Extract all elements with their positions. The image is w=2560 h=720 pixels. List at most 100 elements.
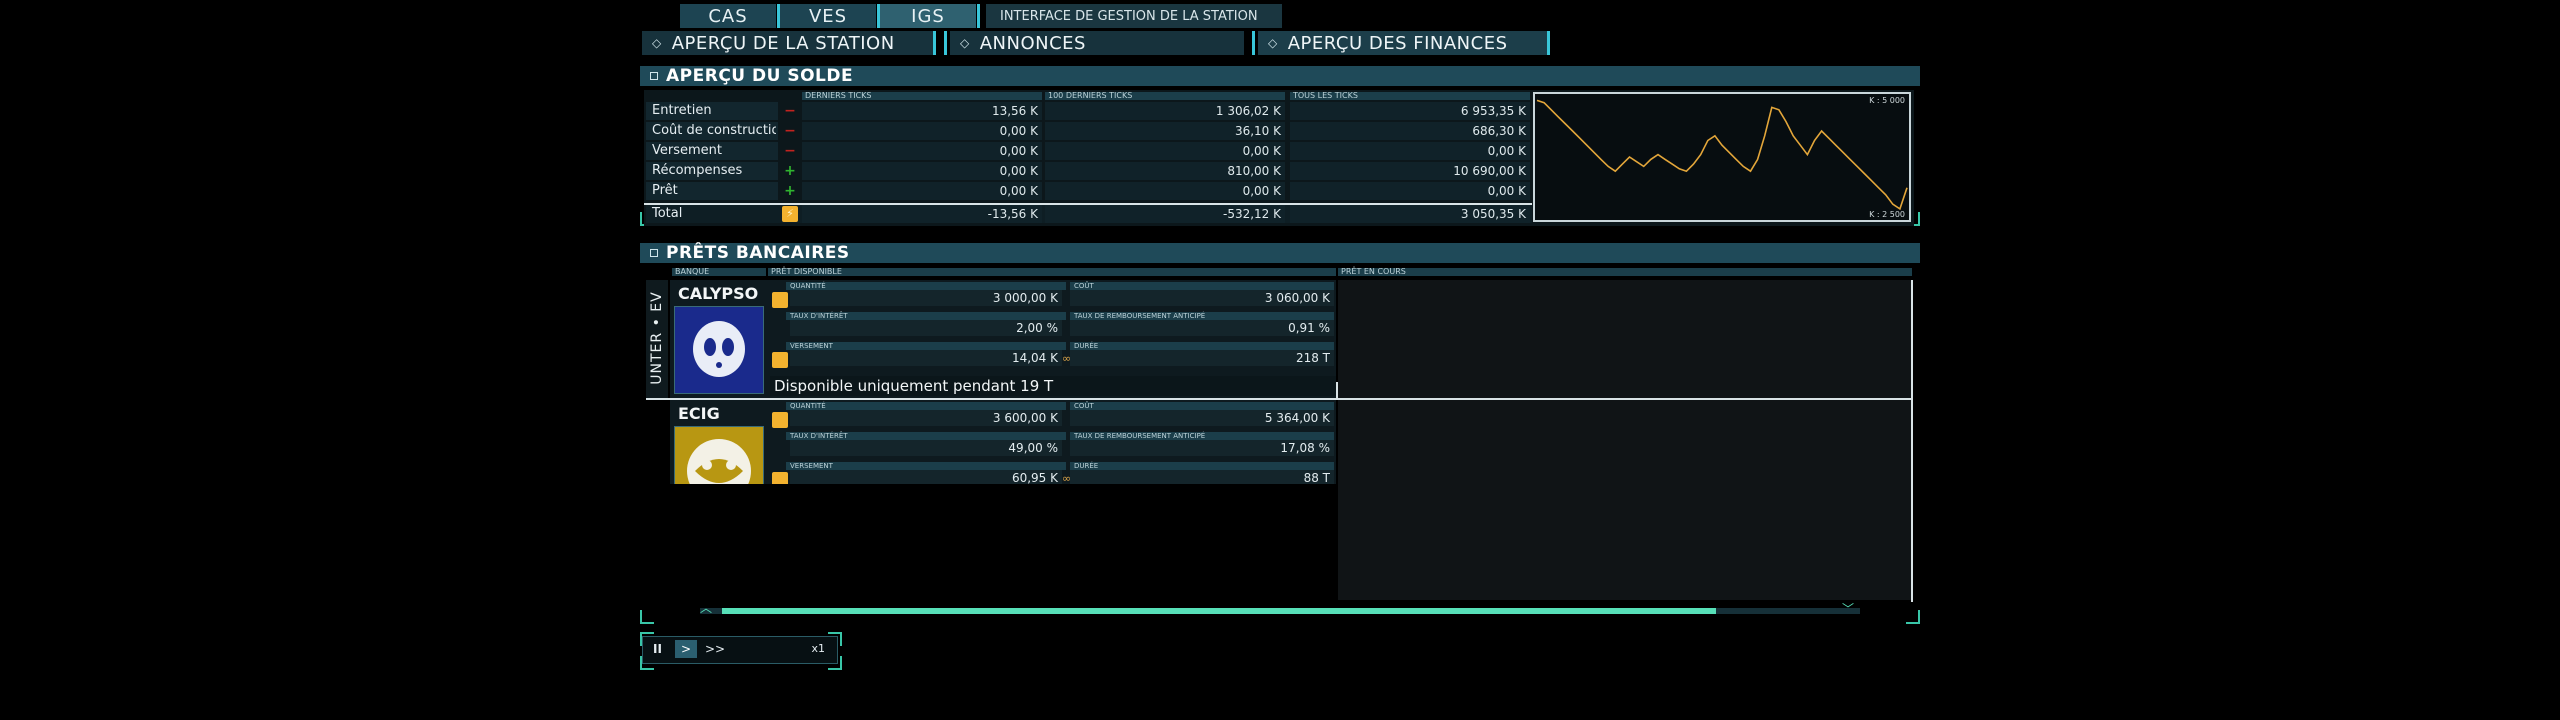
cost-label: COÛT <box>1070 522 1334 530</box>
early-repayment-value: 0,91 % <box>1070 320 1334 336</box>
quantity-value: 3 000,00 K <box>790 290 1062 306</box>
balance-line-chart <box>1536 99 1908 211</box>
payment-value <box>790 590 1062 602</box>
col-header-available: PRÊT DISPONIBLE <box>768 268 1336 276</box>
balance-value-cell: 0,00 K <box>1290 142 1530 160</box>
subtab-label: ANNONCES <box>979 32 1086 54</box>
plus-icon: + <box>784 163 796 179</box>
quantity-value: 4 600,00 K <box>790 530 1062 546</box>
cost-value: 3 060,00 K <box>1070 290 1334 306</box>
credits-icon <box>772 292 788 308</box>
scroll-thumb[interactable] <box>722 608 1716 614</box>
balance-section-header: APERÇU DU SOLDE <box>640 66 1920 86</box>
balance-value-cell: 1 306,02 K <box>1045 102 1285 120</box>
subtab-edge <box>1547 31 1550 55</box>
balance-value-cell: 0,00 K <box>802 162 1042 180</box>
subtab-edge <box>944 31 947 55</box>
minus-icon: − <box>784 143 796 159</box>
bank-name: ECIG <box>678 404 720 423</box>
subtab-station-overview[interactable]: ◇ APERÇU DE LA STATION <box>642 31 936 55</box>
credits-icon <box>772 412 788 428</box>
pause-button[interactable]: II <box>653 642 662 656</box>
balance-value-cell: 10 690,00 K <box>1290 162 1530 180</box>
quantity-value: 3 600,00 K <box>790 410 1062 426</box>
credits-icon: ⚡ <box>782 206 798 222</box>
balance-row-label: Récompenses <box>652 163 743 178</box>
tab-ves[interactable]: VES <box>780 4 880 28</box>
duration-icon: ∞ <box>1062 352 1072 365</box>
quantity-label: QUANTITÉ <box>786 522 1066 530</box>
payment-value: 60,95 K <box>790 470 1062 484</box>
balance-value-cell: 36,10 K <box>1045 122 1285 140</box>
payment-label: VERSEMENT <box>786 342 1066 350</box>
balance-value-cell: 6 953,35 K <box>1290 102 1530 120</box>
col-header-all: TOUS LES TICKS <box>1290 92 1530 100</box>
fast-forward-button[interactable]: >> <box>705 642 725 656</box>
interest-value: 2,00 % <box>790 320 1062 336</box>
tab-cas[interactable]: CAS <box>680 4 780 28</box>
cost-value: 5 364,00 K <box>1070 410 1334 426</box>
scroll-up-icon[interactable]: ︿ <box>700 602 716 615</box>
collapse-square-icon[interactable] <box>650 249 658 257</box>
quantity-label: QUANTITÉ <box>786 402 1066 410</box>
tab-label: VES <box>808 5 848 27</box>
early-repayment-label: TAUX DE REMBOURSEMENT ANTICIPÉ <box>1070 552 1334 560</box>
graph-max-label: K : 5 000 <box>1869 96 1905 105</box>
speed-multiplier: x1 <box>811 642 825 655</box>
balance-value-cell: 0,00 K <box>802 182 1042 200</box>
col-header-bank: BANQUE <box>672 268 766 276</box>
cost-label: COÛT <box>1070 282 1334 290</box>
speed-controls: II > >> x1 <box>642 636 838 664</box>
subtab-edge <box>1252 31 1255 55</box>
early-repayment-label: TAUX DE REMBOURSEMENT ANTICIPÉ <box>1070 312 1334 320</box>
scroll-down-icon[interactable]: ﹀ <box>1842 603 1858 616</box>
balance-row: Récompenses <box>646 162 778 180</box>
duration-value: 218 T <box>1070 350 1334 366</box>
balance-row-label: Entretien <box>652 103 712 118</box>
tab-igs[interactable]: IGS <box>880 4 980 28</box>
diamond-icon: ◇ <box>1268 36 1278 50</box>
balance-row: Coût de construction <box>646 122 778 140</box>
collapse-square-icon[interactable] <box>650 72 658 80</box>
availability-text: Disponible uniquement pendant 19 T <box>770 376 1336 396</box>
subtab-label: APERÇU DE LA STATION <box>671 32 895 54</box>
bank-logo-icon <box>674 426 764 484</box>
frame-corner <box>640 632 654 646</box>
bank-card <box>670 520 1336 602</box>
early-repayment-label: TAUX DE REMBOURSEMENT ANTICIPÉ <box>1070 432 1334 440</box>
plus-icon: + <box>784 183 796 199</box>
loans-title: PRÊTS BANCAIRES <box>666 243 850 263</box>
minus-icon: − <box>784 103 796 119</box>
total-all: 3 050,35 K <box>1290 205 1530 223</box>
interest-value: 27,00 % <box>790 560 1062 576</box>
bank-logo-icon <box>674 546 764 602</box>
balance-value-cell: 0,00 K <box>802 122 1042 140</box>
cost-label: COÛT <box>1070 402 1334 410</box>
frame-corner <box>828 632 842 646</box>
play-button[interactable]: > <box>675 640 697 658</box>
frame-corner <box>640 656 654 670</box>
diamond-icon: ◇ <box>960 36 970 50</box>
window-title: INTERFACE DE GESTION DE LA STATION <box>986 4 1282 28</box>
duration-label: DURÉE <box>1070 462 1334 470</box>
availability-text: Disponible uniquement pendant 9 T <box>770 496 1336 516</box>
balance-row: Versement <box>646 142 778 160</box>
payment-label: VERSEMENT <box>786 582 1066 590</box>
duration-value: 88 T <box>1070 470 1334 484</box>
minus-icon: − <box>784 123 796 139</box>
loans-section-header: PRÊTS BANCAIRES <box>640 243 1920 263</box>
balance-value-cell: 13,56 K <box>802 102 1042 120</box>
col-header-100: 100 DERNIERS TICKS <box>1045 92 1285 100</box>
balance-value-cell: 0,00 K <box>1045 142 1285 160</box>
card-vdivider <box>1336 382 1338 400</box>
subtab-finance-overview[interactable]: ◇ APERÇU DES FINANCES <box>1252 31 1550 55</box>
credits-icon <box>772 592 788 602</box>
balance-row: Entretien <box>646 102 778 120</box>
frame-corner <box>828 656 842 670</box>
tab-label: CAS <box>708 5 748 27</box>
balance-value-cell: 0,00 K <box>1290 182 1530 200</box>
balance-row-label: Prêt <box>652 183 678 198</box>
horizontal-scrollbar[interactable] <box>700 608 1860 614</box>
subtab-announcements[interactable]: ◇ ANNONCES <box>944 31 1244 55</box>
early-repayment-value: 9,19 % <box>1070 560 1334 576</box>
